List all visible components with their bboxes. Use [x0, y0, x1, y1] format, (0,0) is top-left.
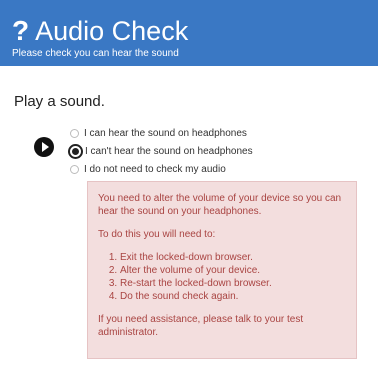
alert-steps-list: Exit the locked-down browser. Alter the …	[98, 251, 346, 303]
play-sound-prompt: Play a sound.	[14, 93, 105, 110]
audio-options: I can hear the sound on headphones I can…	[68, 124, 253, 178]
page-title: Audio Check	[35, 16, 189, 46]
option-label: I can't hear the sound on headphones	[85, 145, 253, 157]
alert-step: Alter the volume of your device.	[120, 264, 346, 277]
option-no-check[interactable]: I do not need to check my audio	[70, 160, 253, 178]
option-label: I do not need to check my audio	[84, 163, 226, 175]
header-title-row: ? Audio Check	[12, 15, 189, 47]
alert-step: Exit the locked-down browser.	[120, 251, 346, 264]
page-subtitle: Please check you can hear the sound	[12, 48, 179, 59]
header-banner: ? Audio Check Please check you can hear …	[0, 0, 378, 66]
alert-intro: You need to alter the volume of your dev…	[98, 193, 342, 217]
play-icon	[42, 142, 49, 152]
alert-steps-intro: To do this you will need to:	[98, 229, 216, 240]
option-cannot-hear[interactable]: I can't hear the sound on headphones	[68, 142, 253, 160]
play-button[interactable]	[34, 137, 54, 157]
radio-no-check[interactable]	[70, 164, 79, 174]
help-alert: You need to alter the volume of your dev…	[87, 181, 357, 359]
alert-footer: If you need assistance, please talk to y…	[98, 314, 304, 338]
alert-step: Do the sound check again.	[120, 290, 346, 303]
alert-step: Re-start the locked-down browser.	[120, 277, 346, 290]
radio-can-hear[interactable]	[70, 128, 79, 138]
question-mark-icon: ?	[12, 15, 30, 46]
radio-cannot-hear[interactable]	[68, 143, 83, 159]
option-can-hear[interactable]: I can hear the sound on headphones	[70, 124, 253, 142]
option-label: I can hear the sound on headphones	[84, 127, 247, 139]
